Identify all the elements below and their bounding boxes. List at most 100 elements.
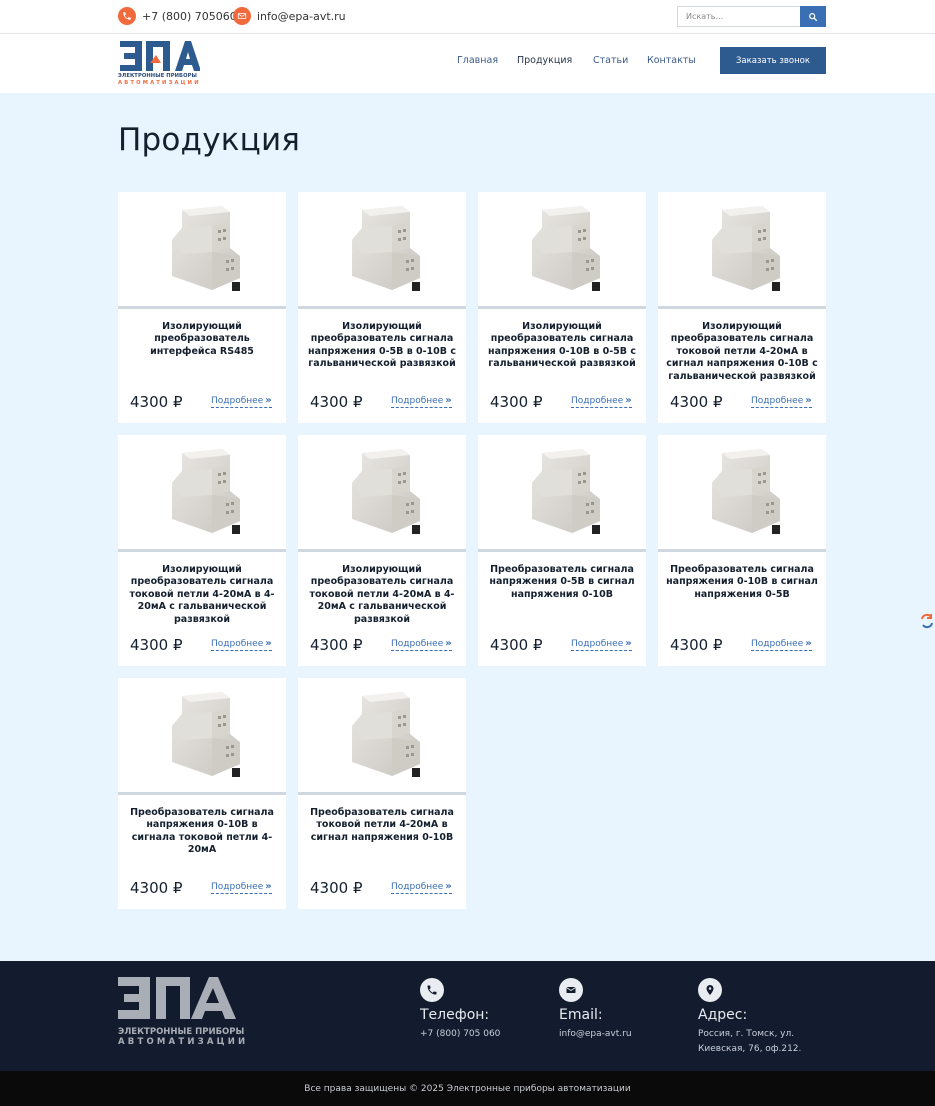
double-chevron-right-icon: » [265,395,272,406]
card-divider [478,306,646,309]
details-link-label: Подробнее [571,396,624,406]
nav-home[interactable]: Главная [457,55,498,66]
product-name[interactable]: Изолирующий преобразователь сигнала напр… [306,321,458,371]
product-name[interactable]: Изолирующий преобразователь интерфейса R… [126,321,278,358]
footer-logo-line1: ЭЛЕКТРОННЫЕ ПРИБОРЫ [118,1027,245,1037]
nav-contacts[interactable]: Контакты [647,55,696,66]
product-card[interactable]: Изолирующий преобразователь сигнала токо… [658,192,826,423]
double-chevron-right-icon: » [265,638,272,649]
scroll-widget-icon[interactable] [919,612,935,630]
product-price: 4300 ₽ [130,393,183,411]
details-link[interactable]: Подробнее» [211,395,272,408]
product-card[interactable]: Изолирующий преобразователь интерфейса R… [118,192,286,423]
page-title: Продукция [118,122,301,158]
search-input[interactable] [677,6,800,27]
card-divider [298,549,466,552]
product-image-icon [352,692,420,777]
product-card[interactable]: Преобразователь сигнала напряжения 0-10В… [658,435,826,666]
product-image-icon [172,692,240,777]
card-divider [118,306,286,309]
product-image[interactable] [298,435,466,549]
top-email[interactable]: info@epa-avt.ru [233,7,346,25]
product-image[interactable] [298,678,466,792]
product-image[interactable] [478,192,646,306]
product-price: 4300 ₽ [310,879,363,897]
search-icon [809,12,818,21]
order-call-button[interactable]: Заказать звонок [720,47,826,74]
product-name[interactable]: Изолирующий преобразователь сигнала токо… [126,564,278,626]
product-image[interactable] [298,192,466,306]
product-image-icon [532,449,600,534]
card-divider [118,792,286,795]
product-price: 4300 ₽ [130,636,183,654]
product-card[interactable]: Изолирующий преобразователь сигнала напр… [478,192,646,423]
site-logo[interactable]: ЭЛЕКТРОННЫЕ ПРИБОРЫ АВТОМАТИЗАЦИИ [118,41,202,89]
product-name[interactable]: Изолирующий преобразователь сигнала токо… [306,564,458,626]
product-image-icon [352,206,420,291]
details-link[interactable]: Подробнее» [751,638,812,651]
product-price: 4300 ₽ [130,879,183,897]
phone-icon [118,7,136,25]
product-card[interactable]: Преобразователь сигнала напряжения 0-10В… [118,678,286,909]
product-image[interactable] [118,192,286,306]
product-image[interactable] [658,435,826,549]
details-link[interactable]: Подробнее» [211,638,272,651]
product-name[interactable]: Преобразователь сигнала токовой петли 4-… [306,807,458,844]
product-image[interactable] [118,678,286,792]
double-chevron-right-icon: » [805,395,812,406]
footer-logo-line2: АВТОМАТИЗАЦИИ [118,1037,249,1047]
footer-logo[interactable]: ЭЛЕКТРОННЫЕ ПРИБОРЫ АВТОМАТИЗАЦИИ [118,977,245,1047]
product-price: 4300 ₽ [310,393,363,411]
footer-phone-value[interactable]: +7 (800) 705 060 [420,1027,540,1042]
card-divider [658,549,826,552]
footer-address-label: Адрес: [698,1007,748,1023]
search-form [677,6,826,27]
product-image[interactable] [118,435,286,549]
double-chevron-right-icon: » [445,638,452,649]
details-link[interactable]: Подробнее» [211,881,272,894]
product-card[interactable]: Преобразователь сигнала напряжения 0-5В … [478,435,646,666]
product-card[interactable]: Изолирующий преобразователь сигнала токо… [118,435,286,666]
product-card[interactable]: Изолирующий преобразователь сигнала токо… [298,435,466,666]
product-price: 4300 ₽ [310,636,363,654]
double-chevron-right-icon: » [445,395,452,406]
footer-email-value[interactable]: info@epa-avt.ru [559,1027,679,1042]
details-link[interactable]: Подробнее» [391,638,452,651]
product-price: 4300 ₽ [490,636,543,654]
nav-articles[interactable]: Статьи [593,55,628,66]
details-link[interactable]: Подробнее» [391,395,452,408]
product-name[interactable]: Изолирующий преобразователь сигнала напр… [486,321,638,371]
product-name[interactable]: Изолирующий преобразователь сигнала токо… [666,321,818,383]
logo-text-line2: АВТОМАТИЗАЦИИ [118,80,201,86]
product-name[interactable]: Преобразователь сигнала напряжения 0-10В… [126,807,278,857]
product-image[interactable] [658,192,826,306]
product-name[interactable]: Преобразователь сигнала напряжения 0-5В … [486,564,638,601]
search-button[interactable] [800,6,826,27]
product-price: 4300 ₽ [670,393,723,411]
footer-phone: Телефон: +7 (800) 705 060 [420,978,540,1042]
footer-address: Адрес: Россия, г. Томск, ул. Киевская, 7… [698,978,808,1057]
product-name[interactable]: Преобразователь сигнала напряжения 0-10В… [666,564,818,601]
product-card[interactable]: Изолирующий преобразователь сигнала напр… [298,192,466,423]
card-divider [478,549,646,552]
card-divider [298,306,466,309]
double-chevron-right-icon: » [445,881,452,892]
details-link-label: Подробнее [211,639,264,649]
product-card[interactable]: Преобразователь сигнала токовой петли 4-… [298,678,466,909]
card-divider [118,549,286,552]
details-link[interactable]: Подробнее» [571,395,632,408]
details-link-label: Подробнее [391,396,444,406]
location-pin-icon [698,978,722,1002]
details-link-label: Подробнее [391,639,444,649]
details-link[interactable]: Подробнее» [391,881,452,894]
product-price: 4300 ₽ [490,393,543,411]
details-link[interactable]: Подробнее» [571,638,632,651]
site-footer: ЭЛЕКТРОННЫЕ ПРИБОРЫ АВТОМАТИЗАЦИИ Телефо… [0,961,935,1071]
nav-products[interactable]: Продукция [517,55,572,66]
logo-mark-icon [120,41,200,71]
phone-icon [420,978,444,1002]
details-link[interactable]: Подробнее» [751,395,812,408]
top-phone[interactable]: +7 (800) 705060 [118,7,237,25]
product-image[interactable] [478,435,646,549]
double-chevron-right-icon: » [805,638,812,649]
